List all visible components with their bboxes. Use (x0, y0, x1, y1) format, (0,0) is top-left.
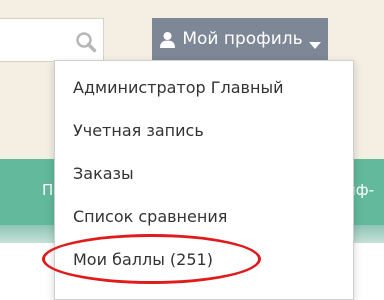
user-icon (159, 31, 176, 48)
menu-item-my-points[interactable]: Мои баллы (251) (73, 250, 213, 269)
my-profile-button[interactable]: Мой профиль (152, 18, 328, 60)
menu-item-compare-list[interactable]: Список сравнения (73, 207, 227, 226)
search-icon[interactable] (75, 31, 97, 53)
menu-item-admin-name[interactable]: Администратор Главный (73, 78, 283, 97)
menu-item-account[interactable]: Учетная запись (73, 121, 204, 140)
caret-down-icon (308, 35, 321, 49)
search-input[interactable] (0, 18, 104, 62)
profile-dropdown-menu: Администратор Главный Учетная запись Зак… (54, 60, 354, 300)
nav-item-partial-left[interactable]: П (42, 181, 53, 199)
menu-item-orders[interactable]: Заказы (73, 164, 134, 183)
my-profile-label: Мой профиль (182, 29, 303, 49)
